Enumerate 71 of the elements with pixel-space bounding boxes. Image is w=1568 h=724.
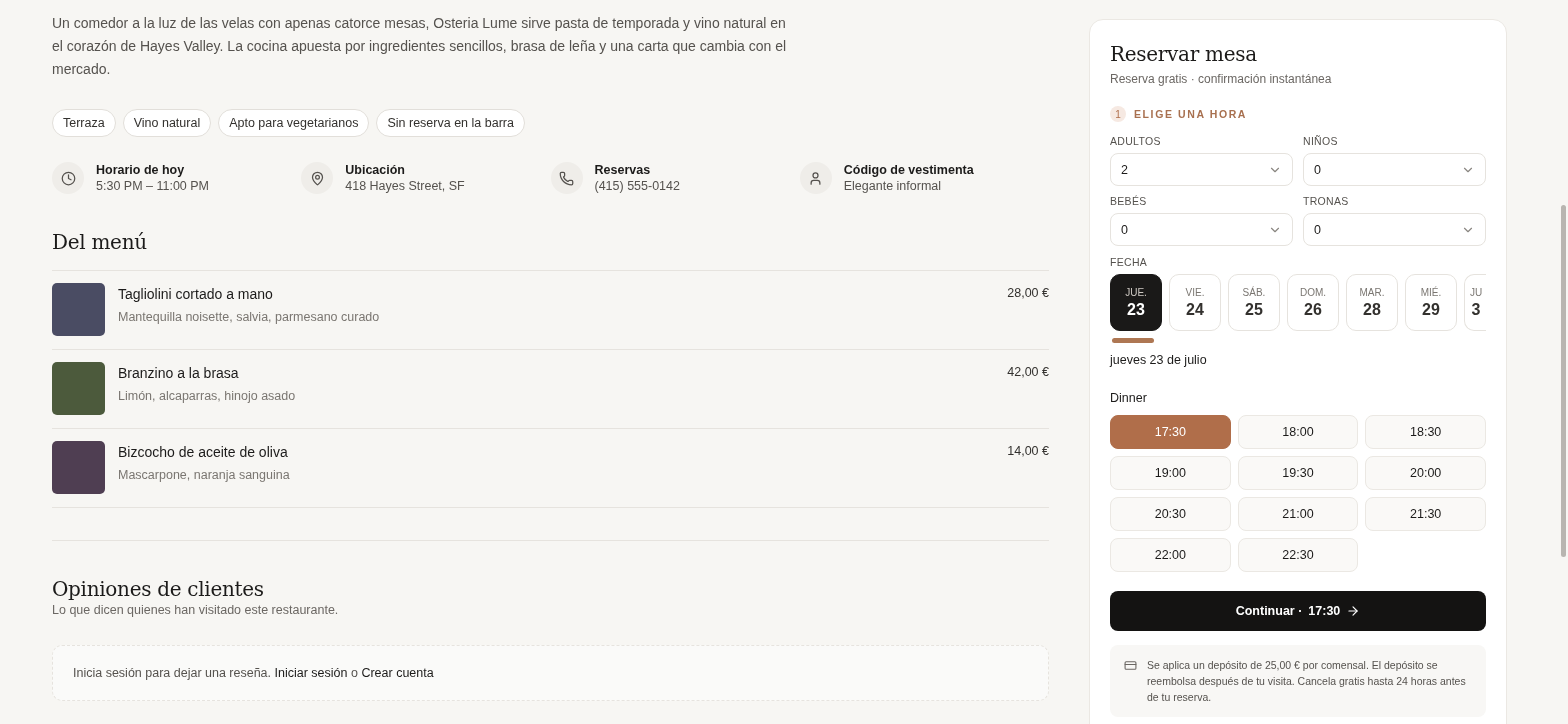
info-title: Reservas: [594, 163, 652, 177]
guest-count-select[interactable]: 0: [1110, 213, 1293, 246]
date-option[interactable]: MAR. 28: [1346, 274, 1398, 331]
section-subtitle: Lo que dicen quienes han visitado este restaurante.: [52, 603, 340, 617]
field-label: FECHA: [1110, 256, 1149, 268]
login-link[interactable]: Iniciar sesión: [274, 666, 348, 680]
feature-tag: Terraza: [52, 109, 116, 137]
time-slot[interactable]: 19:00: [1110, 456, 1231, 490]
step-number: 1: [1110, 106, 1126, 122]
clock-icon: [60, 170, 76, 186]
dish-name: Branzino a la brasa: [118, 365, 240, 381]
phone-icon: [559, 170, 574, 186]
deposit-note: Se aplica un depósito de 25,00 € por comensal. El depósito se reembolsa después de tu visita. Cancela gratis hasta 24 horas antes de tu reserva.: [1147, 658, 1467, 705]
date-option[interactable]: VIE. 24: [1169, 274, 1221, 331]
card-icon: [1124, 659, 1137, 672]
field-label: ADULTOS: [1110, 135, 1162, 147]
booking-title: Reservar mesa: [1110, 42, 1258, 66]
time-slot[interactable]: 19:30: [1237, 456, 1359, 490]
arrow-right-icon: [1346, 604, 1361, 618]
dish-name: Bizcocho de aceite de oliva: [118, 444, 289, 460]
step-label: ELIGE UNA HORA: [1134, 108, 1247, 120]
info-value: 418 Hayes Street, SF: [345, 179, 465, 193]
time-slot[interactable]: 22:30: [1237, 538, 1359, 572]
date-option[interactable]: SÁB. 25: [1228, 274, 1280, 331]
field-label: NIÑOS: [1303, 135, 1339, 147]
person-icon: [808, 170, 824, 186]
feature-tag: Vino natural: [122, 109, 212, 137]
section-heading: Opiniones de clientes: [52, 577, 265, 601]
map-pin-icon: [309, 170, 325, 186]
service-label: Dinner: [1110, 391, 1148, 405]
guest-count-select[interactable]: 0: [1303, 153, 1486, 186]
date-option[interactable]: MIÉ. 29: [1405, 274, 1457, 331]
date-option[interactable]: JUE. 23: [1110, 274, 1162, 331]
time-slot[interactable]: 17:30: [1110, 415, 1231, 449]
dish-price: 42,00 €: [1007, 364, 1049, 381]
date-option[interactable]: JU 3: [1464, 274, 1486, 331]
dish-name: Tagliolini cortado a mano: [118, 286, 274, 302]
guest-count-select[interactable]: 2: [1110, 153, 1293, 186]
feature-tag: Sin reserva en la barra: [376, 109, 525, 137]
dish-price: 28,00 €: [1007, 285, 1049, 302]
time-slot[interactable]: 21:30: [1365, 497, 1486, 531]
field-label: BEBÉS: [1110, 195, 1148, 207]
info-title: Ubicación: [345, 163, 406, 177]
dish-description: Mantequilla noisette, salvia, parmesano curado: [118, 310, 381, 324]
login-prompt: Inicia sesión para dejar una reseña. Iniciar sesión o Crear cuenta: [73, 666, 435, 680]
time-slot[interactable]: 21:00: [1237, 497, 1359, 531]
restaurant-description: Un comedor a la luz de las velas con apenas catorce mesas, Osteria Lume sirve pasta de temporada y vino natural en el corazón de Hayes Valley. La cocina apuesta por ingredientes sencillos, brasa de leña y una carta que cambia con el mercado.: [52, 14, 788, 79]
time-slot[interactable]: 20:30: [1110, 497, 1231, 531]
info-value: (415) 555-0142: [594, 179, 680, 193]
field-label: TRONAS: [1303, 195, 1350, 207]
dish-description: Limón, alcaparras, hinojo asado: [118, 389, 297, 403]
dish-price: 14,00 €: [1007, 443, 1049, 460]
dish-description: Mascarpone, naranja sanguina: [118, 468, 291, 482]
info-value: Elegante informal: [843, 179, 943, 193]
time-slot[interactable]: 18:00: [1237, 415, 1359, 449]
continue-button[interactable]: Continuar · 17:30: [1110, 591, 1486, 631]
guest-count-select[interactable]: 0: [1303, 213, 1486, 246]
selected-date-text: jueves 23 de julio: [1110, 353, 1208, 367]
date-option[interactable]: DOM. 26: [1287, 274, 1339, 331]
info-title: Código de vestimenta: [843, 163, 974, 177]
scrollbar[interactable]: [1561, 205, 1566, 557]
info-value: 5:30 PM – 11:00 PM: [96, 179, 210, 193]
booking-subtitle: Reserva gratis · confirmación instantánea: [1110, 72, 1333, 86]
time-slot[interactable]: 20:00: [1365, 456, 1486, 490]
time-slot[interactable]: 22:00: [1110, 538, 1231, 572]
section-heading: Del menú: [52, 230, 148, 254]
info-title: Horario de hoy: [96, 163, 186, 177]
feature-tag: Apto para vegetarianos: [218, 109, 370, 137]
date-scroll-indicator: [1112, 338, 1154, 343]
signup-link[interactable]: Crear cuenta: [361, 666, 434, 680]
time-slot[interactable]: 18:30: [1365, 415, 1486, 449]
